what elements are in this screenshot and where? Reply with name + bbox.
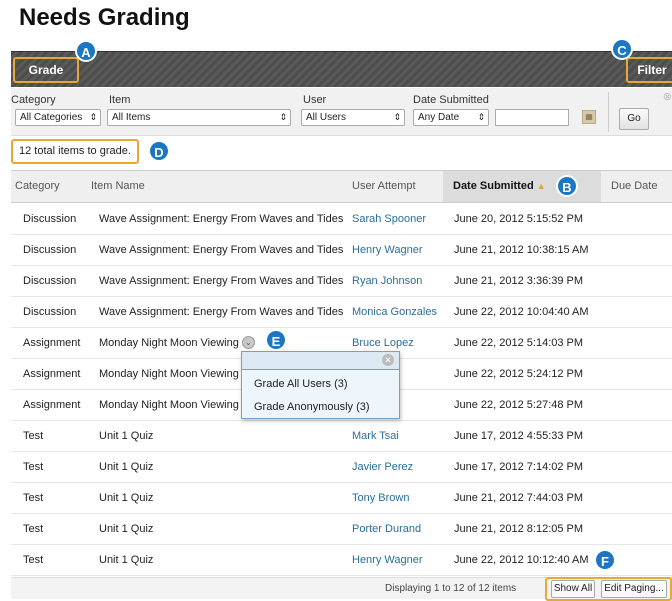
select-arrows-icon: ⇕ (89, 112, 97, 122)
cell-user-attempt-link[interactable]: Monica Gonzales (352, 297, 437, 328)
menu-item-grade-anonymously[interactable]: Grade Anonymously (3) (254, 401, 370, 413)
cell-date-submitted: June 22, 2012 10:04:40 AM (454, 306, 589, 318)
cell-category: Assignment (23, 368, 81, 380)
header-due-date[interactable]: Due Date (611, 171, 657, 202)
cell-date-submitted: June 17, 2012 7:14:02 PM (454, 461, 584, 473)
cell-category: Assignment (23, 399, 81, 411)
header-category[interactable]: Category (15, 171, 60, 202)
grade-all-button[interactable]: Grade All (13, 57, 79, 99)
header-user-attempt[interactable]: User Attempt (352, 171, 416, 202)
cell-category: Discussion (23, 244, 77, 256)
date-submitted-label: Date Submitted (413, 94, 489, 106)
cell-item-name: Unit 1 Quiz (99, 492, 154, 504)
cell-category: Test (23, 554, 44, 566)
user-label: User (303, 94, 327, 106)
user-select[interactable]: All Users ⇕ (301, 109, 405, 126)
close-icon[interactable]: ⊗ (663, 90, 672, 103)
cell-user-attempt-link[interactable]: Henry Wagner (352, 235, 423, 266)
calendar-icon[interactable]: ▦ (582, 110, 596, 124)
sort-ascending-icon: ▲ (536, 181, 546, 191)
callout-d: D (148, 140, 170, 162)
chevron-down-icon[interactable]: ⌄ (241, 335, 255, 349)
go-button[interactable]: Go (619, 108, 649, 130)
item-label: Item (109, 94, 131, 106)
cell-item-name: Monday Night Moon Viewing (99, 399, 239, 411)
cell-item-name: Unit 1 Quiz (99, 523, 154, 535)
item-select[interactable]: All Items ⇕ (107, 109, 291, 126)
cell-date-submitted: June 21, 2012 10:38:15 AM (454, 244, 589, 256)
cell-date-submitted: June 22, 2012 5:24:12 PM (454, 368, 584, 380)
table-row: Discussion Wave Assignment: Energy From W… (11, 204, 672, 235)
callout-c: C (611, 38, 633, 60)
table-row: Test Unit 1 Quiz Henry Wagner June 22, 2012… (11, 545, 672, 576)
table-row: Test Unit 1 Quiz Tony Brown June 21, 2012 7… (11, 483, 672, 514)
close-icon[interactable]: ✕ (382, 354, 394, 366)
cell-item-name: Wave Assignment: Energy From Waves and T… (99, 275, 344, 287)
cell-category: Discussion (23, 275, 77, 287)
menu-item-grade-all-users[interactable]: Grade All Users (3) (254, 378, 348, 390)
page-title: Needs Grading (19, 4, 190, 31)
cell-user-attempt-link[interactable]: Ryan Johnson (352, 266, 422, 297)
cell-date-submitted: June 17, 2012 4:55:33 PM (454, 430, 584, 442)
context-menu-header: ✕ (242, 352, 399, 370)
date-select[interactable]: Any Date ⇕ (413, 109, 489, 126)
cell-date-submitted: June 22, 2012 5:27:48 PM (454, 399, 584, 411)
cell-date-submitted: June 21, 2012 8:12:05 PM (454, 523, 584, 535)
cell-date-submitted: June 21, 2012 3:36:39 PM (454, 275, 584, 287)
cell-item-name: Monday Night Moon Viewing ⌄ (99, 328, 255, 359)
category-label: Category (11, 94, 56, 106)
cell-item-name: Unit 1 Quiz (99, 554, 154, 566)
select-arrows-icon: ⇕ (279, 112, 287, 122)
cell-user-attempt-link[interactable]: Javier Perez (352, 452, 413, 483)
select-arrows-icon: ⇕ (477, 112, 485, 122)
cell-category: Test (23, 492, 44, 504)
table-row: Test Unit 1 Quiz Mark Tsai June 17, 2012 4:… (11, 421, 672, 452)
cell-user-attempt-link[interactable]: Henry Wagner (352, 545, 423, 576)
cell-user-attempt-link[interactable]: Sarah Spooner (352, 204, 426, 235)
cell-item-name: Unit 1 Quiz (99, 430, 154, 442)
cell-date-submitted: June 22, 2012 10:12:40 AM (454, 554, 589, 566)
cell-item-name: Unit 1 Quiz (99, 461, 154, 473)
cell-category: Assignment (23, 337, 81, 349)
select-arrows-icon: ⇕ (393, 112, 401, 122)
cell-category: Discussion (23, 213, 77, 225)
items-count: 12 total items to grade. (11, 139, 139, 164)
cell-item-name: Wave Assignment: Energy From Waves and T… (99, 244, 344, 256)
cell-category: Test (23, 523, 44, 535)
filter-bar: Category All Categories ⇕ Item All Items ⇕… (11, 88, 672, 136)
divider (608, 92, 609, 132)
show-all-button[interactable]: Show All (551, 580, 595, 598)
cell-user-attempt-link[interactable]: Mark Tsai (352, 421, 399, 452)
cell-category: Test (23, 461, 44, 473)
cell-category: Discussion (23, 306, 77, 318)
category-select[interactable]: All Categories ⇕ (15, 109, 101, 126)
cell-date-submitted: June 21, 2012 7:44:03 PM (454, 492, 584, 504)
cell-date-submitted: June 22, 2012 5:14:03 PM (454, 337, 584, 349)
paging-status: Displaying 1 to 12 of 12 items (385, 583, 517, 594)
table-row: Test Unit 1 Quiz Porter Durand June 21, 201… (11, 514, 672, 545)
callout-f: F (594, 549, 616, 571)
table-row: Test Unit 1 Quiz Javier Perez June 17, 2012… (11, 452, 672, 483)
date-input[interactable] (495, 109, 569, 126)
action-toolbar: Grade All Filter (11, 51, 672, 99)
callout-e: E (265, 329, 287, 351)
filter-button[interactable]: Filter (626, 57, 672, 83)
context-menu: ✕ Grade All Users (3) Grade Anonymously … (241, 351, 400, 419)
table-row: Discussion Wave Assignment: Energy From W… (11, 266, 672, 297)
cell-item-name: Wave Assignment: Energy From Waves and T… (99, 306, 344, 318)
callout-a: A (75, 40, 97, 62)
table-row: Discussion Wave Assignment: Energy From W… (11, 235, 672, 266)
callout-b: B (556, 175, 578, 197)
paging-footer: Displaying 1 to 12 of 12 items Show All … (11, 577, 672, 601)
cell-category: Test (23, 430, 44, 442)
edit-paging-button[interactable]: Edit Paging... (601, 580, 667, 598)
cell-item-name: Wave Assignment: Energy From Waves and T… (99, 213, 344, 225)
header-item-name[interactable]: Item Name (91, 171, 145, 202)
cell-item-name: Monday Night Moon Viewing (99, 368, 239, 380)
cell-user-attempt-link[interactable]: Tony Brown (352, 483, 409, 514)
table-row: Discussion Wave Assignment: Energy From W… (11, 297, 672, 328)
cell-date-submitted: June 20, 2012 5:15:52 PM (454, 213, 584, 225)
cell-user-attempt-link[interactable]: Porter Durand (352, 514, 421, 545)
